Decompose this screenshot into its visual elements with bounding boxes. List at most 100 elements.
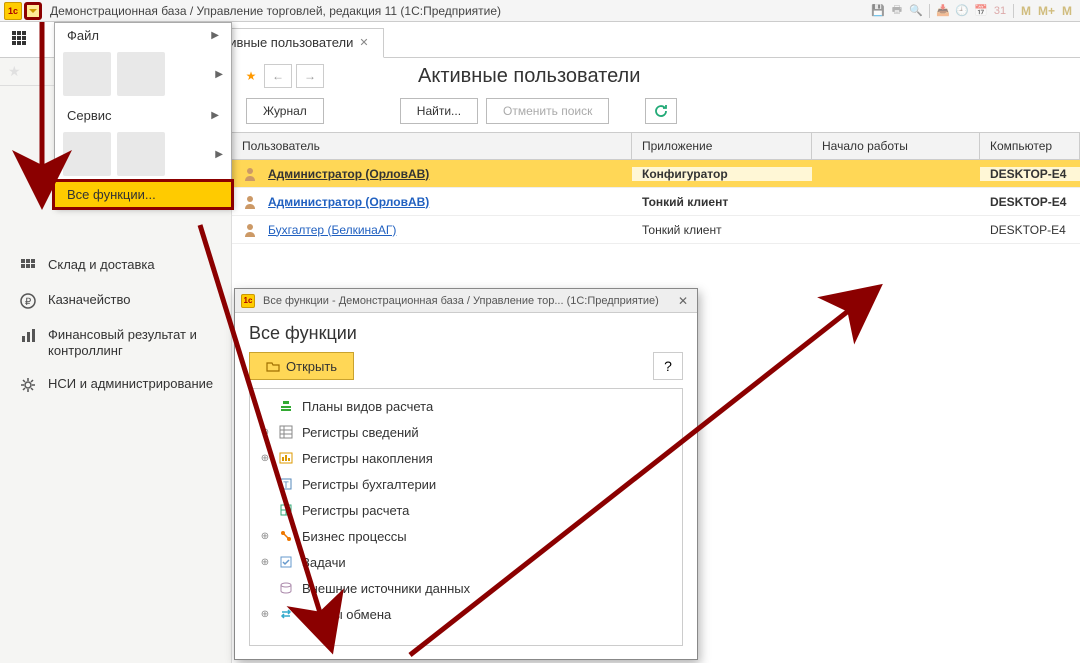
dialog-heading: Все функции [249,323,683,344]
user-link[interactable]: Администратор (ОрловАВ) [268,167,429,181]
accum-register-icon [278,450,294,466]
refresh-icon [653,103,669,119]
grid-icon [20,258,36,274]
th-comp[interactable]: Компьютер [980,133,1080,159]
main-menu-dropdown-button[interactable] [24,2,42,20]
open-button[interactable]: Открыть [249,352,354,380]
cell-app: Тонкий клиент [632,195,812,209]
journal-button[interactable]: Журнал [246,98,324,124]
cell-comp: DESKTOP-E4 [980,167,1080,181]
sidebar-item-admin[interactable]: НСИ и администрирование [0,367,231,402]
tree-label: Регистры накопления [302,451,433,466]
dialog-title: Все функции - Демонстрационная база / Уп… [263,295,659,307]
m-button[interactable]: M [1019,3,1033,19]
menu-placeholder[interactable] [117,132,165,176]
tree-item[interactable]: ⊕Внешние источники данных [250,575,682,601]
chevron-right-icon: ▶ [215,69,223,80]
close-icon[interactable]: ✕ [359,36,368,49]
menu-file[interactable]: Файл▶ [55,23,231,48]
tree-label: Задачи [302,555,346,570]
save-icon[interactable]: 💾 [870,3,886,19]
dialog-titlebar[interactable]: 1c Все функции - Демонстрационная база /… [235,289,697,313]
page-title: Активные пользователи [418,65,640,88]
tree-item[interactable]: ⊕Планы видов расчета [250,393,682,419]
menu-placeholder[interactable] [63,132,111,176]
sidebar-item-label: НСИ и администрирование [48,376,213,392]
user-link[interactable]: Администратор (ОрловАВ) [268,195,429,209]
sidebar-item-finresult[interactable]: Финансовый результат и контроллинг [0,318,231,367]
sidebar-item-label: Казначейство [48,292,130,308]
calendar-icon[interactable]: 📅 [973,3,989,19]
help-button[interactable]: ? [653,352,683,380]
table-row[interactable]: Администратор (ОрловАВ) Тонкий клиент DE… [232,188,1080,216]
chevron-right-icon: ▶ [215,149,223,160]
logo-1c-icon: 1c [4,2,22,20]
back-button[interactable]: ← [264,64,292,88]
table-row[interactable]: Администратор (ОрловАВ) Конфигуратор DES… [232,160,1080,188]
function-tree[interactable]: ⊕Планы видов расчета ⊕Регистры сведений … [249,388,683,646]
folder-open-icon [266,359,280,373]
th-user[interactable]: Пользователь [232,133,632,159]
table-row[interactable]: Бухгалтер (БелкинаАГ) Тонкий клиент DESK… [232,216,1080,244]
forward-button[interactable]: → [296,64,324,88]
refresh-button[interactable] [645,98,677,124]
calc-icon[interactable]: 📥 [935,3,951,19]
calc-register-icon [278,502,294,518]
th-start[interactable]: Начало работы [812,133,980,159]
tree-item[interactable]: ⊕Регистры сведений [250,419,682,445]
chevron-right-icon: ▶ [211,110,219,121]
bars-icon [20,328,36,344]
close-icon[interactable]: ✕ [675,293,691,309]
favorite-star-button[interactable]: ★ [242,64,260,88]
m-plus-button[interactable]: M+ [1036,3,1057,19]
tree-label: Регистры бухгалтерии [302,477,436,492]
m2-button[interactable]: M [1060,3,1074,19]
acc-register-icon: T [278,476,294,492]
tree-label: Регистры сведений [302,425,419,440]
info-register-icon [278,424,294,440]
magnify-icon[interactable]: 🔍 [908,3,924,19]
exchange-plan-icon [278,606,294,622]
find-button[interactable]: Найти... [400,98,478,124]
sections-icon[interactable] [12,31,28,47]
tree-item[interactable]: ⊕Бизнес процессы [250,523,682,549]
cell-comp: DESKTOP-E4 [980,195,1080,209]
bizproc-icon [278,528,294,544]
tree-item[interactable]: ⊕Регистры расчета [250,497,682,523]
external-data-icon [278,580,294,596]
titlebar-toolbar: 💾 🖶 🔍 📥 🕘 📅 31 M M+ M [870,3,1074,19]
menu-placeholder[interactable] [63,52,111,96]
window-titlebar: 1c Демонстрационная база / Управление то… [0,0,1080,22]
menu-service[interactable]: Сервис▶ [55,96,231,128]
sidebar-item-treasury[interactable]: ₽ Казначейство [0,283,231,318]
tree-label: Бизнес процессы [302,529,407,544]
cell-app: Конфигуратор [632,167,812,181]
print-icon[interactable]: 🖶 [889,3,905,19]
tree-item[interactable]: ⊕Задачи [250,549,682,575]
window-title: Демонстрационная база / Управление торго… [50,4,501,18]
table-body: Администратор (ОрловАВ) Конфигуратор DES… [232,160,1080,244]
tree-label: Регистры расчета [302,503,409,518]
table-header: Пользователь Приложение Начало работы Ко… [232,132,1080,160]
sidebar-item-warehouse[interactable]: Склад и доставка [0,248,231,283]
content-header: ★ ← → Активные пользователи [232,58,1080,92]
all-functions-dialog: 1c Все функции - Демонстрационная база /… [234,288,698,660]
tree-item[interactable]: ⊕Регистры накопления [250,445,682,471]
user-icon [242,194,258,210]
chevron-right-icon: ▶ [211,30,219,41]
user-link[interactable]: Бухгалтер (БелкинаАГ) [268,223,396,237]
th-app[interactable]: Приложение [632,133,812,159]
cancel-search-button[interactable]: Отменить поиск [486,98,609,124]
calendar2-icon[interactable]: 31 [992,3,1008,19]
menu-placeholder[interactable] [117,52,165,96]
cell-comp: DESKTOP-E4 [980,223,1080,237]
menu-all-functions[interactable]: Все функции... [52,179,234,210]
tree-item[interactable]: ⊕TРегистры бухгалтерии [250,471,682,497]
sidebar-item-label: Финансовый результат и контроллинг [48,327,219,358]
tree-item[interactable]: ⊕Планы обмена [250,601,682,627]
chevron-down-icon [28,6,38,16]
user-icon [242,222,258,238]
svg-text:T: T [283,480,289,490]
clock-icon[interactable]: 🕘 [954,3,970,19]
tree-label: Внешние источники данных [302,581,470,596]
